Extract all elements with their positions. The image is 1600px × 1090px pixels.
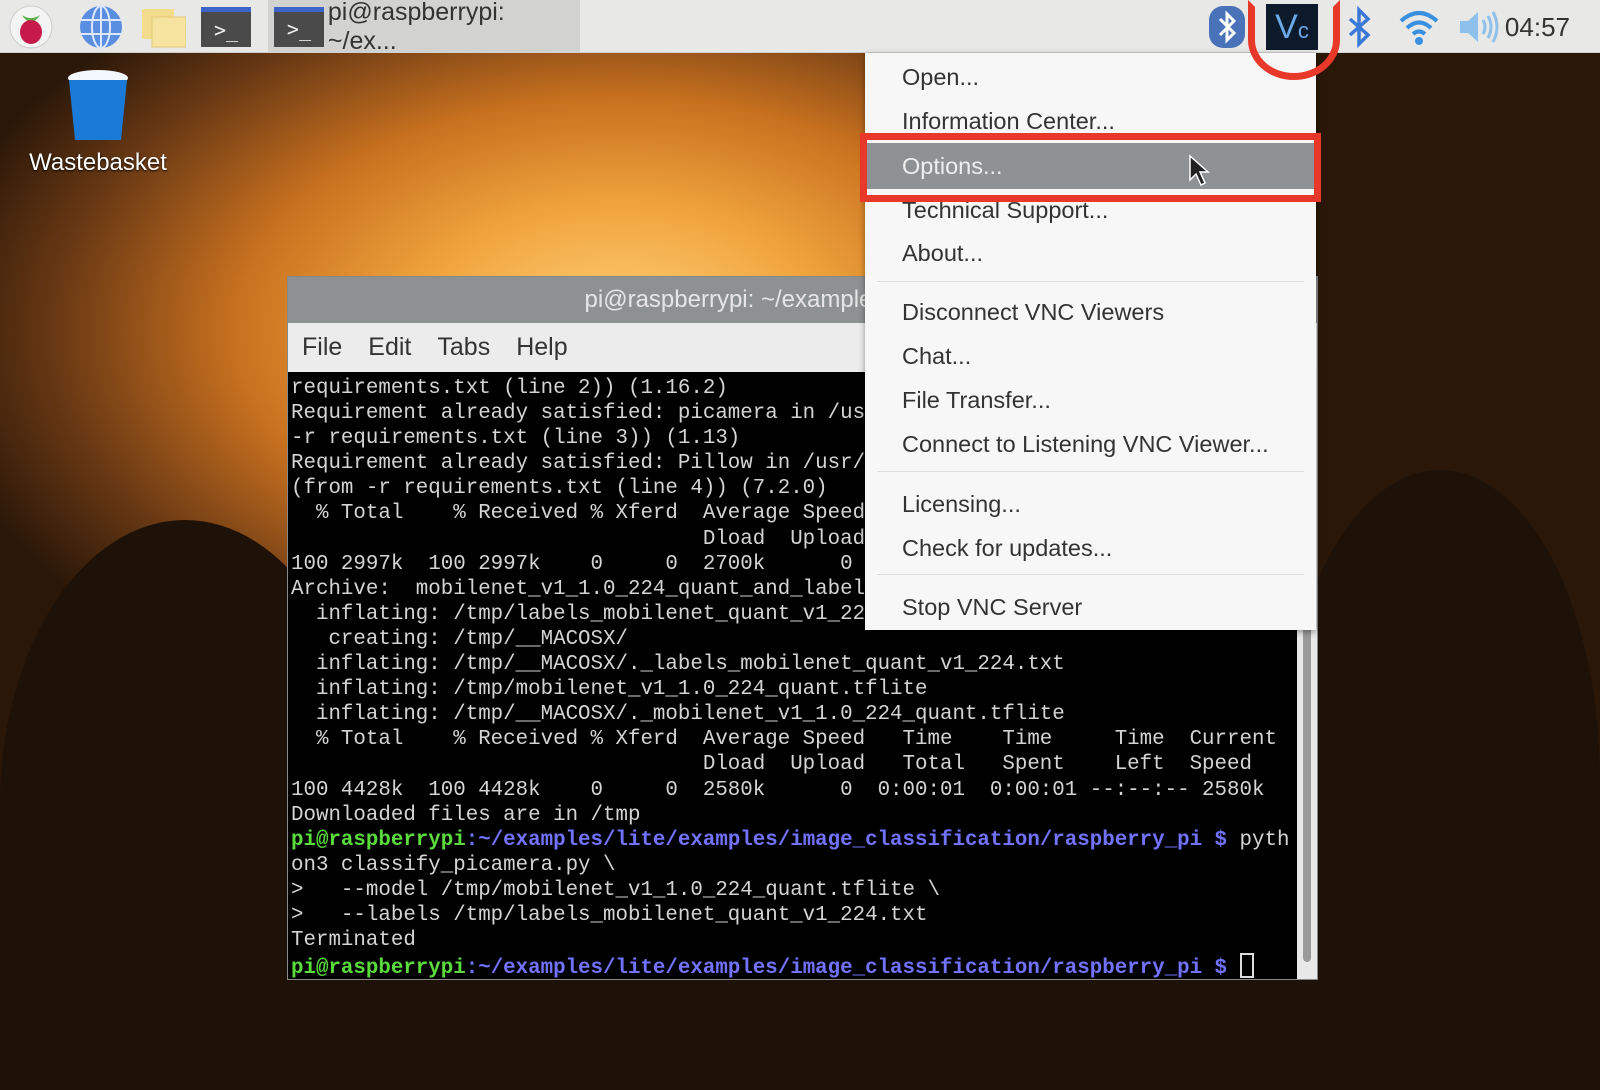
menu-item-open[interactable]: Open...: [865, 55, 1316, 99]
browser-icon[interactable]: [78, 5, 124, 49]
prompt-line: pi@raspberrypi:~/examples/lite/examples/…: [291, 953, 1297, 981]
taskbar: >_ >_ pi@raspberrypi: ~/ex... Vc 04:57: [0, 0, 1600, 55]
clock: 04:57: [1504, 12, 1570, 42]
bluetooth-icon[interactable]: [1336, 5, 1382, 49]
terminal-line: Dload Upload Total Spent Left Speed: [291, 753, 1252, 777]
terminal-line: on3 classify_picamera.py \: [291, 853, 616, 877]
menu-help[interactable]: Help: [516, 333, 567, 362]
terminal-line: % Total % Received % Xferd Average Speed…: [291, 728, 1277, 752]
menu-item-connect-listening-viewer[interactable]: Connect to Listening VNC Viewer...: [865, 422, 1316, 466]
terminal-line: Downloaded files are in /tmp: [291, 803, 641, 827]
taskbar-terminal-window-button[interactable]: >_ pi@raspberrypi: ~/ex...: [268, 0, 580, 55]
terminal-line: > --model /tmp/mobilenet_v1_1.0_224_quan…: [291, 878, 940, 902]
wastebasket-label: Wastebasket: [29, 149, 167, 176]
bluetooth-app-icon[interactable]: [1204, 5, 1250, 49]
menu-separator: [877, 281, 1304, 282]
terminal-line: inflating: /tmp/__MACOSX/._labels_mobile…: [291, 653, 1065, 677]
menu-tabs[interactable]: Tabs: [437, 333, 490, 362]
wastebasket-desktop-icon[interactable]: Wastebasket: [24, 68, 172, 177]
prompt-line: pi@raspberrypi:~/examples/lite/examples/…: [291, 828, 1290, 852]
menu-separator: [877, 574, 1304, 575]
terminal-icon: >_: [274, 6, 324, 47]
menu-item-stop-vnc-server[interactable]: Stop VNC Server: [865, 585, 1316, 629]
menu-item-file-transfer[interactable]: File Transfer...: [865, 378, 1316, 422]
menu-file[interactable]: File: [302, 333, 342, 362]
text-cursor: [1239, 953, 1254, 979]
menu-item-disconnect-viewers[interactable]: Disconnect VNC Viewers: [865, 290, 1316, 334]
menu-item-check-updates[interactable]: Check for updates...: [865, 526, 1316, 570]
terminal-line: creating: /tmp/__MACOSX/: [291, 627, 628, 651]
terminal-line: 100 4428k 100 4428k 0 0 2580k 0 0:00:01 …: [291, 778, 1265, 802]
raspberry-menu-icon[interactable]: [8, 5, 54, 49]
terminal-line: Terminated: [291, 929, 416, 953]
wifi-icon[interactable]: [1396, 5, 1442, 49]
menu-item-licensing[interactable]: Licensing...: [865, 482, 1316, 526]
annotation-highlight-circle: [1248, 0, 1340, 80]
menu-edit[interactable]: Edit: [368, 333, 411, 362]
trash-icon: [68, 70, 128, 140]
menu-item-about[interactable]: About...: [865, 231, 1316, 275]
menu-item-chat[interactable]: Chat...: [865, 334, 1316, 378]
annotation-highlight-box: [860, 133, 1321, 202]
terminal-line: inflating: /tmp/__MACOSX/._mobilenet_v1_…: [291, 703, 1065, 727]
volume-icon[interactable]: [1456, 5, 1502, 49]
menu-separator: [877, 471, 1304, 472]
terminal-line: > --labels /tmp/labels_mobilenet_quant_v…: [291, 903, 928, 927]
terminal-line: inflating: /tmp/mobilenet_v1_1.0_224_qua…: [291, 678, 928, 702]
file-manager-icon[interactable]: [140, 5, 186, 49]
terminal-launcher-icon[interactable]: >_: [200, 5, 252, 49]
